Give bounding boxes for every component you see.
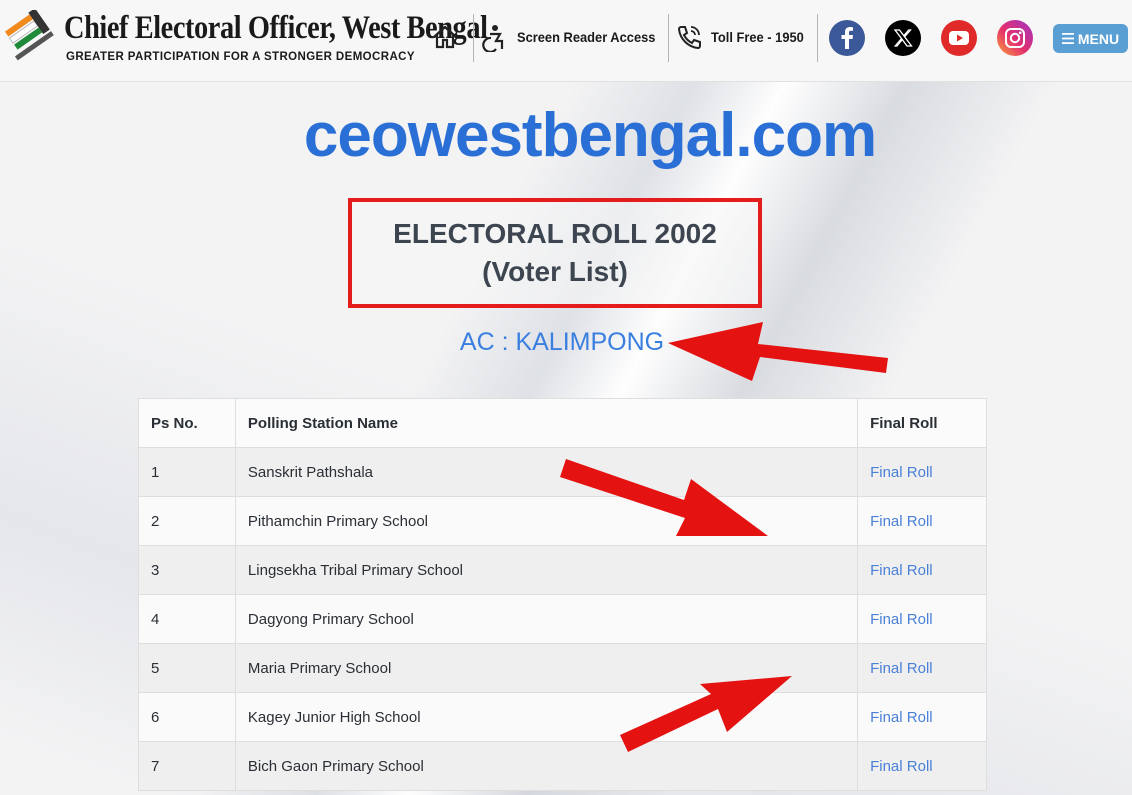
- final-roll-link[interactable]: Final Roll: [870, 709, 933, 726]
- site-tagline: GREATER PARTICIPATION FOR A STRONGER DEM…: [66, 51, 415, 63]
- menu-button[interactable]: MENU: [1053, 24, 1128, 53]
- final-roll-link[interactable]: Final Roll: [870, 464, 933, 481]
- phone-icon[interactable]: [676, 24, 702, 50]
- domain-watermark: ceowestbengal.com: [303, 101, 877, 170]
- page-title-box: ELECTORAL ROLL 2002 (Voter List): [348, 198, 762, 308]
- ps-number: 3: [138, 545, 236, 595]
- ballot-logo-icon[interactable]: [2, 10, 58, 62]
- final-roll-link[interactable]: Final Roll: [870, 758, 933, 775]
- station-name: Pithamchin Primary School: [234, 496, 859, 546]
- final-roll-link[interactable]: Final Roll: [870, 660, 933, 677]
- station-name: Bich Gaon Primary School: [234, 741, 859, 791]
- final-roll-link[interactable]: Final Roll: [870, 513, 933, 530]
- header-divider: [473, 14, 474, 62]
- home-icon[interactable]: [431, 24, 459, 50]
- table-row: 6 Kagey Junior High School Final Roll: [138, 692, 987, 742]
- polling-station-table: Ps No. Polling Station Name Final Roll 1…: [138, 398, 987, 791]
- assembly-constituency-label: AC : KALIMPONG: [459, 328, 665, 356]
- accessibility-icon[interactable]: [481, 24, 507, 52]
- x-icon[interactable]: [885, 20, 921, 56]
- header-ps-no: Ps No.: [138, 398, 236, 448]
- station-name: Sanskrit Pathshala: [234, 447, 859, 497]
- youtube-icon[interactable]: [941, 20, 977, 56]
- instagram-icon[interactable]: [997, 20, 1033, 56]
- table-row: 7 Bich Gaon Primary School Final Roll: [138, 741, 987, 791]
- header-station-name: Polling Station Name: [234, 398, 859, 448]
- table-row: 1 Sanskrit Pathshala Final Roll: [138, 447, 987, 497]
- station-name: Lingsekha Tribal Primary School: [234, 545, 859, 595]
- toll-free-number[interactable]: Toll Free - 1950: [711, 29, 804, 45]
- hamburger-icon: [1061, 33, 1074, 44]
- ps-number: 5: [138, 643, 236, 693]
- screen-reader-link[interactable]: Screen Reader Access: [517, 29, 655, 45]
- ps-number: 6: [138, 692, 236, 742]
- ps-number: 4: [138, 594, 236, 644]
- menu-label: MENU: [1077, 30, 1120, 47]
- header-divider: [817, 14, 818, 62]
- site-header: Chief Electoral Officer, West Bengal GRE…: [0, 0, 1132, 82]
- site-title[interactable]: Chief Electoral Officer, West Bengal: [64, 10, 488, 47]
- ps-number: 2: [138, 496, 236, 546]
- table-row: 3 Lingsekha Tribal Primary School Final …: [138, 545, 987, 595]
- ps-number: 1: [138, 447, 236, 497]
- ps-number: 7: [138, 741, 236, 791]
- table-header-row: Ps No. Polling Station Name Final Roll: [138, 398, 987, 448]
- table-row: 4 Dagyong Primary School Final Roll: [138, 594, 987, 644]
- station-name: Maria Primary School: [234, 643, 859, 693]
- table-row: 2 Pithamchin Primary School Final Roll: [138, 496, 987, 546]
- page-title: ELECTORAL ROLL 2002: [393, 218, 717, 249]
- header-divider: [668, 14, 669, 62]
- station-name: Kagey Junior High School: [234, 692, 859, 742]
- header-final-roll: Final Roll: [857, 398, 987, 448]
- station-name: Dagyong Primary School: [234, 594, 859, 644]
- table-row: 5 Maria Primary School Final Roll: [138, 643, 987, 693]
- facebook-icon[interactable]: [829, 20, 865, 56]
- final-roll-link[interactable]: Final Roll: [870, 611, 933, 628]
- final-roll-link[interactable]: Final Roll: [870, 562, 933, 579]
- page-subtitle: (Voter List): [482, 256, 628, 287]
